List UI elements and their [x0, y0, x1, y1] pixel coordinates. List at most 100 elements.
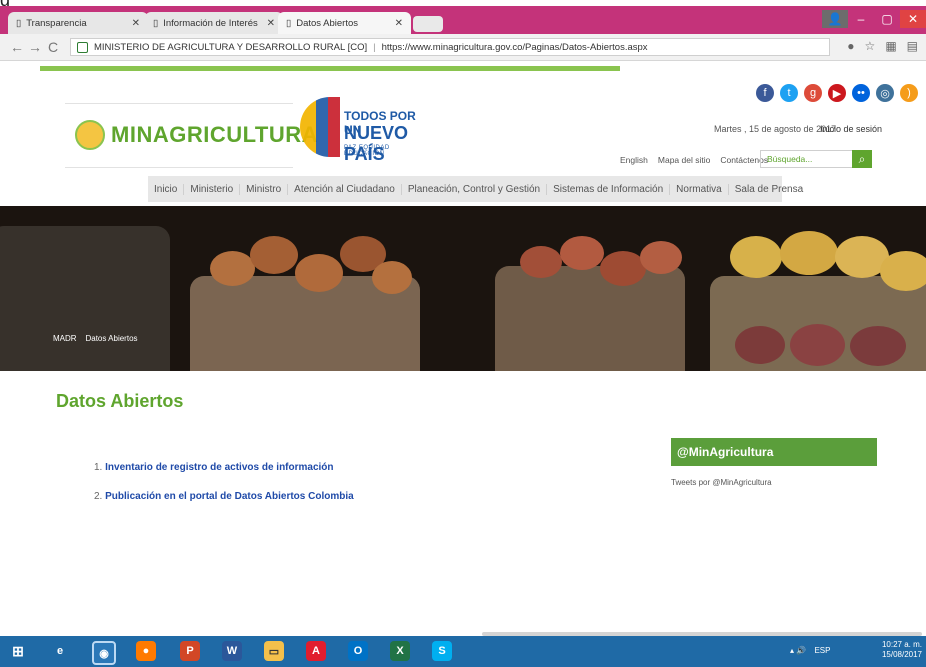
google-plus-icon[interactable]: g [804, 84, 822, 102]
close-icon[interactable]: ✕ [132, 18, 140, 29]
separator: | [373, 41, 376, 53]
sack-shape [0, 226, 170, 371]
flickr-icon[interactable]: •• [852, 84, 870, 102]
word-icon[interactable]: W [222, 641, 242, 661]
chrome-icon[interactable]: ◉ [92, 641, 116, 665]
nav-item-normativa[interactable]: Normativa [670, 183, 729, 195]
windows-start-icon[interactable]: ⊞ [8, 641, 28, 661]
network-icon[interactable]: ▴ [790, 646, 794, 655]
star-icon[interactable]: ☆ [865, 39, 876, 53]
potato-shape [560, 236, 604, 270]
new-tab-button[interactable] [413, 16, 443, 32]
brand-text: MINAGRICULTURA [111, 122, 319, 147]
tab-informacion-interes[interactable]: ▯ Información de Interés ✕ [145, 12, 283, 34]
list-item[interactable]: 2. Publicación en el portal de Datos Abi… [94, 491, 354, 502]
powerpoint-icon[interactable]: P [180, 641, 200, 661]
close-icon[interactable]: ✕ [267, 18, 275, 29]
extension-icon-2[interactable]: ▦ [885, 39, 896, 53]
potato-shape [640, 241, 682, 274]
nav-item-planeacion[interactable]: Planeación, Control y Gestión [402, 183, 548, 195]
twitter-widget-header[interactable]: @MinAgricultura [671, 438, 877, 466]
reload-icon[interactable]: C [48, 39, 58, 55]
potato-shape [780, 231, 838, 275]
clock[interactable]: 10:27 a. m. 15/08/2017 [882, 640, 922, 660]
acrobat-icon[interactable]: A [306, 641, 326, 661]
instagram-icon[interactable]: ◎ [876, 84, 894, 102]
minimize-icon[interactable]: – [848, 10, 874, 28]
language-indicator[interactable]: ESP [814, 646, 830, 655]
list-item[interactable]: 1. Inventario de registro de activos de … [94, 462, 354, 473]
firefox-icon[interactable]: ● [136, 641, 156, 661]
list-link[interactable]: Inventario de registro de activos de inf… [105, 462, 333, 473]
potato-shape [372, 261, 412, 294]
list-number: 2. [94, 491, 103, 502]
edge-icon[interactable]: e [50, 641, 70, 661]
close-window-icon[interactable]: ✕ [900, 10, 926, 28]
hero-banner [0, 206, 926, 371]
nav-item-atencion-ciudadano[interactable]: Atención al Ciudadano [288, 183, 402, 195]
nav-item-ministro[interactable]: Ministro [240, 183, 289, 195]
twitter-icon[interactable]: t [780, 84, 798, 102]
site-identity: MINISTERIO DE AGRICULTURA Y DESARROLLO R… [94, 41, 368, 53]
potato-shape [850, 326, 906, 366]
browser-toolbar: ← → C MINISTERIO DE AGRICULTURA Y DESARR… [0, 34, 926, 61]
list-number: 1. [94, 462, 103, 473]
potato-shape [520, 246, 562, 278]
window-controls: 👤 – ▢ ✕ [822, 6, 926, 34]
file-explorer-icon[interactable]: ▭ [264, 641, 284, 661]
toolbar-right: ● ☆ ▦ ▤ [847, 39, 918, 53]
breadcrumb-current: Datos Abiertos [85, 334, 138, 343]
extension-icon[interactable]: ● [847, 39, 854, 53]
tab-transparencia[interactable]: ▯ Transparencia ✕ [8, 12, 148, 34]
tab-datos-abiertos[interactable]: ▯ Datos Abiertos ✕ [278, 12, 411, 34]
volume-icon[interactable]: 🔊 [796, 646, 806, 655]
breadcrumb: MADR Datos Abiertos [53, 334, 138, 343]
potato-shape [880, 251, 926, 291]
tweets-by-link[interactable]: Tweets por @MinAgricultura [671, 478, 772, 487]
close-icon[interactable]: ✕ [395, 18, 403, 29]
list-link[interactable]: Publicación en el portal de Datos Abiert… [105, 491, 354, 502]
clock-time: 10:27 a. m. [881, 640, 922, 649]
skype-icon[interactable]: S [432, 641, 452, 661]
datasets-list: 1. Inventario de registro de activos de … [94, 462, 354, 520]
forward-icon[interactable]: → [28, 39, 42, 55]
nav-item-sala-prensa[interactable]: Sala de Prensa [729, 184, 809, 195]
clock-date: 15/08/2017 [881, 650, 922, 659]
maximize-icon[interactable]: ▢ [874, 10, 900, 28]
youtube-icon[interactable]: ▶ [828, 84, 846, 102]
browser-tab-bar: ▯ Transparencia ✕ ▯ Información de Inter… [0, 6, 926, 34]
site-map-link[interactable]: Mapa del sitio [658, 155, 710, 165]
omnibox[interactable]: MINISTERIO DE AGRICULTURA Y DESARROLLO R… [70, 38, 830, 56]
potato-shape [295, 254, 343, 292]
campaign-line-3: PAZ EQUIDAD EDUCACIÓN [344, 145, 390, 157]
utility-links: English Mapa del sitio Contáctenos [620, 155, 768, 165]
profile-icon[interactable]: 👤 [822, 10, 848, 28]
minagricultura-logo[interactable]: MINAGRICULTURA [65, 103, 318, 168]
facebook-icon[interactable]: f [756, 84, 774, 102]
lock-icon [77, 41, 88, 53]
nav-item-ministerio[interactable]: Ministerio [184, 183, 241, 195]
extension-icon-3[interactable]: ▤ [907, 39, 918, 53]
outlook-icon[interactable]: O [348, 641, 368, 661]
rss-icon[interactable]: ) [900, 84, 918, 102]
tab-label: Información de Interés [163, 17, 258, 29]
breadcrumb-separator [79, 334, 83, 343]
current-date: Martes , 15 de agosto de 2017 [714, 124, 837, 134]
excel-icon[interactable]: X [390, 641, 410, 661]
search-icon[interactable]: ⌕ [852, 150, 872, 168]
todos-por-un-nuevo-pais-logo: TODOS POR UN NUEVO PAÍS PAZ EQUIDAD EDUC… [300, 97, 425, 164]
sack-shape [495, 266, 685, 371]
nav-item-inicio[interactable]: Inicio [148, 183, 185, 195]
page-icon: ▯ [153, 17, 159, 29]
social-links: f t g ▶ •• ◎ ) [756, 84, 918, 102]
search-input[interactable]: Búsqueda... [760, 150, 855, 168]
campaign-swoosh-icon [300, 97, 340, 157]
campaign-line-2: NUEVO PAÍS [344, 123, 409, 164]
breadcrumb-root[interactable]: MADR [53, 334, 77, 343]
potato-shape [210, 251, 255, 286]
back-icon[interactable]: ← [10, 39, 24, 55]
potato-shape [790, 324, 845, 366]
login-link[interactable]: Inicio de sesión [820, 124, 882, 134]
nav-item-sistemas-informacion[interactable]: Sistemas de Información [547, 183, 671, 195]
english-link[interactable]: English [620, 155, 648, 165]
